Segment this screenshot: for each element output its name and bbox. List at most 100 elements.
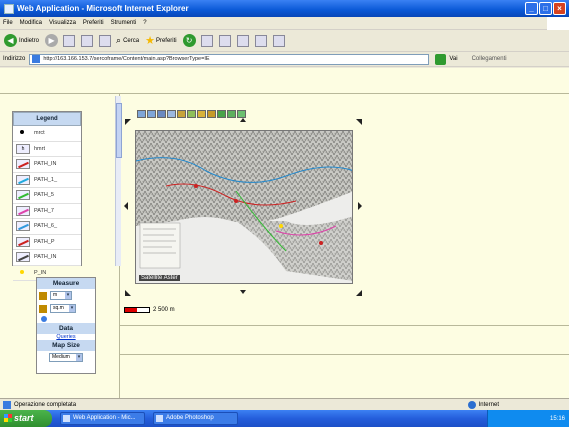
- browser-toolbar: ◀ Indietro ▶ ⌕ Cerca ★ Preferiti ↻: [0, 30, 569, 52]
- data-title: Data: [37, 323, 95, 334]
- window-title: Web Application - Microsoft Internet Exp…: [17, 4, 189, 13]
- search-icon[interactable]: ⌕: [116, 35, 121, 46]
- taskbar-item-photoshop[interactable]: Adobe Photoshop: [153, 412, 238, 425]
- links-button[interactable]: Collegamenti: [472, 56, 507, 62]
- home-icon[interactable]: [99, 34, 112, 47]
- dot-icon: [16, 128, 30, 138]
- legend-item: PATH_IN: [13, 157, 81, 173]
- pan-south-arrow[interactable]: [240, 290, 246, 294]
- zoom-out-icon[interactable]: [147, 110, 156, 118]
- menu-bar: File Modifica Visualizza Preferiti Strum…: [0, 17, 569, 30]
- legend-item-label: hmrt: [34, 145, 45, 152]
- pan-icon[interactable]: [157, 110, 166, 118]
- info-icon[interactable]: [41, 316, 47, 322]
- measure-box: Measure m sq.m Data Queries Map Size Med…: [36, 277, 96, 374]
- query-icon[interactable]: [197, 110, 206, 118]
- search-label[interactable]: Cerca: [123, 38, 139, 44]
- back-arrow-icon[interactable]: ◀: [4, 34, 17, 47]
- divider: [120, 325, 569, 326]
- legend-title: Legend: [13, 112, 81, 126]
- legend-item-label: mrct: [34, 130, 45, 137]
- system-tray: 15:16: [487, 410, 569, 427]
- maximize-button[interactable]: □: [539, 2, 552, 15]
- pan-southwest-arrow[interactable]: [125, 290, 131, 296]
- pan-southeast-arrow[interactable]: [356, 290, 362, 296]
- satellite-map-image: [136, 131, 352, 283]
- help-icon[interactable]: [237, 110, 246, 118]
- messenger-icon[interactable]: [272, 34, 285, 47]
- zoom-in-icon[interactable]: [137, 110, 146, 118]
- legend-scrollbar[interactable]: [115, 96, 122, 266]
- go-arrow-icon[interactable]: [435, 53, 447, 65]
- legend-item-label: PATH_6_: [34, 223, 58, 230]
- legend-item: PATH_5: [13, 188, 81, 204]
- discuss-icon[interactable]: [254, 34, 267, 47]
- go-button[interactable]: Vai: [449, 56, 457, 62]
- page-done-icon: [3, 400, 11, 409]
- map-view[interactable]: Satellite Aster: [135, 130, 353, 284]
- pan-west-arrow[interactable]: [124, 202, 128, 210]
- status-text: Operazione completata: [14, 401, 77, 408]
- select-icon[interactable]: [187, 110, 196, 118]
- mapsize-title: Map Size: [37, 340, 95, 351]
- legend-item: PATH_1_: [13, 173, 81, 188]
- address-input[interactable]: http://163.166.153.7/sercoframe/Content/…: [29, 53, 430, 65]
- legend-item-label: PATH_5: [34, 192, 54, 199]
- print-icon[interactable]: [218, 34, 231, 47]
- line-icon: [16, 174, 30, 185]
- menu-help[interactable]: ?: [143, 20, 146, 26]
- scale-bar-graphic: [124, 307, 150, 313]
- menu-tools[interactable]: Strumenti: [111, 20, 137, 26]
- legend-item: PATH_6_: [13, 219, 81, 235]
- ruler-icon[interactable]: [39, 291, 47, 300]
- forward-arrow-icon[interactable]: ▶: [45, 34, 59, 47]
- scale-bar: 2 500 m: [124, 307, 175, 313]
- pan-east-arrow[interactable]: [358, 202, 362, 210]
- favorites-label[interactable]: Preferiti: [156, 38, 177, 44]
- menu-edit[interactable]: Modifica: [20, 20, 42, 26]
- menu-view[interactable]: Visualizza: [49, 20, 76, 26]
- area-unit-select[interactable]: sq.m: [50, 304, 76, 313]
- address-url: http://163.166.153.7/sercoframe/Content/…: [43, 56, 210, 62]
- address-label: Indirizzo: [3, 56, 26, 62]
- internet-zone-icon: [467, 401, 476, 409]
- mapsize-select[interactable]: Medium: [49, 353, 83, 362]
- pan-northeast-arrow[interactable]: [356, 119, 362, 125]
- legend-item: PATH_P: [13, 235, 81, 250]
- start-button[interactable]: start: [0, 410, 52, 427]
- buffer-icon[interactable]: [207, 110, 216, 118]
- favorites-star-icon[interactable]: ★: [145, 34, 155, 47]
- mail-icon[interactable]: [200, 34, 213, 47]
- identify-icon[interactable]: [177, 110, 186, 118]
- page-banner: [0, 68, 569, 94]
- scale-label: 2 500 m: [153, 307, 175, 313]
- legend-box: Legend mrct h hmrt PATH_IN PATH_1_ PATH_5 PATH…: [12, 111, 82, 281]
- status-zone: Internet: [478, 402, 499, 408]
- h-box-icon: h: [16, 143, 30, 154]
- menu-favorites[interactable]: Preferiti: [83, 20, 104, 26]
- map-credit: Satellite Aster: [139, 275, 180, 281]
- back-label[interactable]: Indietro: [19, 38, 39, 44]
- edit-icon[interactable]: [236, 34, 249, 47]
- line-icon: [16, 252, 30, 263]
- close-button[interactable]: ×: [553, 2, 566, 15]
- taskbar-item-browser[interactable]: Web Application - Mic...: [60, 412, 145, 425]
- stop-icon[interactable]: [63, 34, 76, 47]
- refresh-icon[interactable]: [81, 34, 94, 47]
- pan-north-arrow[interactable]: [240, 118, 246, 122]
- legend-item-label: PATH_IN: [34, 254, 57, 261]
- length-unit-select[interactable]: m: [50, 291, 72, 300]
- menu-file[interactable]: File: [3, 20, 13, 26]
- minimize-button[interactable]: _: [525, 2, 538, 15]
- legend-item-label: PATH_IN: [34, 161, 57, 168]
- full-extent-icon[interactable]: [167, 110, 176, 118]
- history-icon[interactable]: ↻: [182, 34, 196, 47]
- pan-northwest-arrow[interactable]: [125, 119, 131, 125]
- area-icon[interactable]: [39, 304, 47, 313]
- link-icon[interactable]: [227, 110, 236, 118]
- scrollbar-thumb[interactable]: [116, 103, 122, 158]
- taskbar: start Web Application - Mic... Adobe Pho…: [0, 410, 569, 427]
- print-map-icon[interactable]: [217, 110, 226, 118]
- legend-item-label: PATH_P: [34, 238, 55, 245]
- measure-panel: Measure m sq.m Data Queries Map Size Med…: [0, 269, 120, 398]
